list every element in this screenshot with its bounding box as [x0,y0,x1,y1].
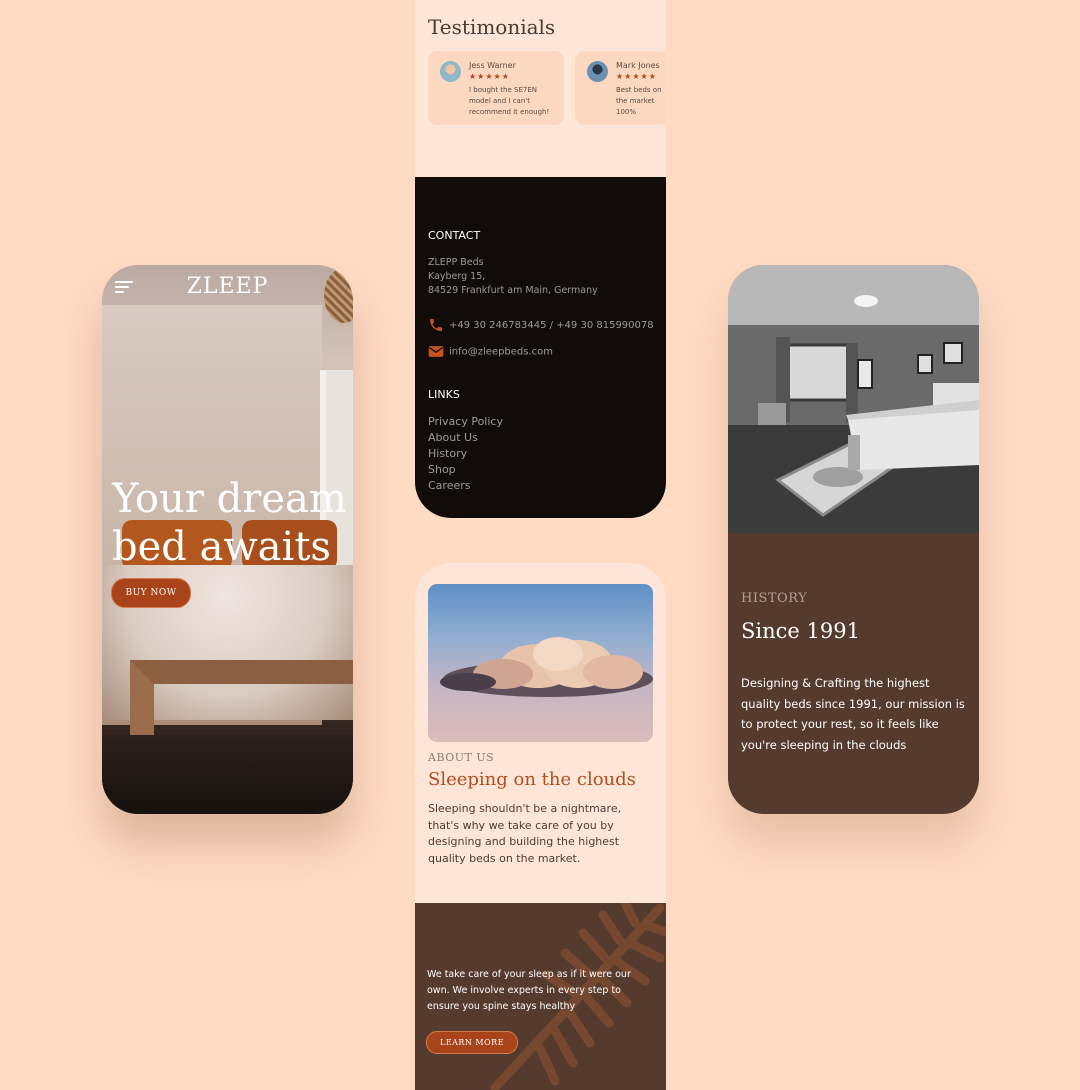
floor [102,735,353,814]
mail-icon [428,346,444,357]
about-screen: ABOUT US Sleeping on the clouds Sleeping… [415,563,666,1090]
testimonial-name: Mark Jones [616,61,660,70]
care-section: We take care of your sleep as if it were… [415,903,666,1090]
contact-heading: CONTACT [428,229,481,242]
hero-screen: ZLEEP Your dream bed awaits BUY NOW [102,265,353,814]
testimonial-name: Jess Warner [469,61,516,70]
email-row[interactable]: info@zleepbeds.com [428,345,553,358]
link-history[interactable]: History [428,446,503,462]
link-shop[interactable]: Shop [428,462,503,478]
links-heading: LINKS [428,388,460,401]
footer-links: Privacy Policy About Us History Shop Car… [428,414,503,494]
cloud-image [428,584,653,742]
care-text: We take care of your sleep as if it were… [427,969,631,1012]
link-careers[interactable]: Careers [428,478,503,494]
link-about-us[interactable]: About Us [428,430,503,446]
history-screen: HISTORY Since 1991 Designing & Crafting … [728,265,979,814]
avatar [587,61,608,82]
star-rating: ★★★★★ [616,72,657,81]
testimonial-card[interactable]: Jess Warner ★★★★★ I bought the SE7EN mod… [428,51,564,125]
bedroom-illustration [728,265,979,533]
buy-now-button[interactable]: BUY NOW [111,578,191,608]
learn-more-button[interactable]: LEARN MORE [426,1031,518,1054]
star-rating: ★★★★★ [469,72,510,81]
contact-address: ZLEPP Beds Kayberg 15, 84529 Frankfurt a… [428,256,598,298]
cloud-illustration [440,637,653,697]
address-city: 84529 Frankfurt am Main, Germany [428,285,598,296]
phone-number: +49 30 246783445 / +49 30 815990078 [449,320,654,331]
avatar [440,61,461,82]
contact-screen: Testimonials Jess Warner ★★★★★ I bought … [415,0,666,518]
email-address: info@zleepbeds.com [449,346,554,358]
testimonial-card[interactable]: Mark Jones ★★★★★ Best beds on the market… [575,51,666,125]
history-body: Designing & Crafting the highest quality… [741,676,965,752]
phone-row[interactable]: +49 30 246783445 / +49 30 815990078 [428,317,654,333]
company-name: ZLEPP Beds [428,257,484,268]
phone-icon [430,319,442,331]
about-overline: ABOUT US [428,751,495,764]
bedroom-photo [728,265,979,533]
testimonials-section: Testimonials Jess Warner ★★★★★ I bought … [415,0,666,177]
history-overline: HISTORY [741,591,808,606]
hero-headline: Your dream bed awaits [112,476,347,570]
about-heading: Sleeping on the clouds [428,769,636,790]
address-street: Kayberg 15, [428,271,486,282]
about-body: Sleeping shouldn't be a nightmare, that'… [428,802,622,865]
testimonial-text: Best beds on the market 100% [616,86,662,116]
testimonials-title: Testimonials [428,15,556,39]
brand-logo[interactable]: ZLEEP [102,274,353,299]
testimonial-text: I bought the SE7EN model and I can't rec… [469,86,550,116]
link-privacy-policy[interactable]: Privacy Policy [428,414,503,430]
history-heading: Since 1991 [741,619,860,643]
